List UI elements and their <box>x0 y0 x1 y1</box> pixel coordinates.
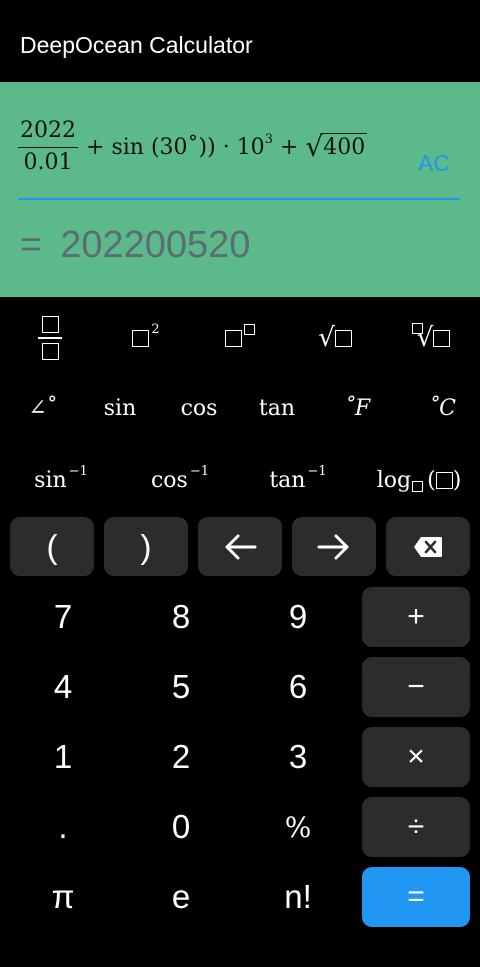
sqrt-radicand: 400 <box>321 133 368 160</box>
celsius-key[interactable]: ˚C <box>404 378 480 438</box>
arccos-label: cos <box>150 467 188 493</box>
log-base-box-icon <box>412 480 424 492</box>
all-clear-button[interactable]: AC <box>418 150 450 177</box>
digit-3-button[interactable]: 3 <box>240 727 356 787</box>
square-superscript: 2 <box>151 321 160 337</box>
system-nav-bar <box>0 955 480 967</box>
arctan-key[interactable]: tan −1 <box>238 448 358 512</box>
plus-button[interactable]: + <box>362 587 470 647</box>
digit-8-button[interactable]: 8 <box>123 587 239 647</box>
placeholder-box-icon <box>225 329 242 347</box>
log-argument-icon: () <box>427 467 462 493</box>
minus-button[interactable]: − <box>362 657 470 717</box>
digit-6-button[interactable]: 6 <box>240 657 356 717</box>
log-base-key[interactable]: log () <box>358 448 480 512</box>
display-divider <box>18 198 460 200</box>
open-paren-button[interactable]: ( <box>10 517 94 576</box>
arcsin-label: sin <box>34 467 67 493</box>
digit-1-button[interactable]: 1 <box>5 727 121 787</box>
power-key[interactable] <box>192 303 288 373</box>
pi-button[interactable]: π <box>5 867 121 927</box>
function-row-2: ∠˚ sin cos tan ˚F ˚C <box>0 378 480 438</box>
exponent-box-icon <box>244 323 255 335</box>
fraction: 2022 0.01 <box>18 118 78 176</box>
arccos-key[interactable]: cos −1 <box>122 448 238 512</box>
cursor-right-button[interactable] <box>292 517 376 576</box>
multiply-button[interactable]: × <box>362 727 470 787</box>
app-title: DeepOcean Calculator <box>20 32 253 58</box>
fraction-template-icon <box>38 316 62 360</box>
power-exponent: 3 <box>264 131 273 147</box>
digit-9-button[interactable]: 9 <box>240 587 356 647</box>
celsius-label: ˚C <box>428 395 456 421</box>
arccos-inverse-sup: −1 <box>189 463 210 479</box>
result-value: 202200520 <box>60 224 251 266</box>
digit-7-button[interactable]: 7 <box>5 587 121 647</box>
sqrt-key[interactable]: √ <box>288 303 382 373</box>
keypad: 7 8 9 + 4 5 6 − 1 2 3 × . 0 % ÷ π e n! = <box>0 587 480 927</box>
cos-key[interactable]: cos <box>154 378 244 438</box>
arctan-inverse-sup: −1 <box>307 463 327 479</box>
digit-5-button[interactable]: 5 <box>123 657 239 717</box>
tan-key[interactable]: tan <box>244 378 310 438</box>
radical-icon: √ <box>318 323 335 353</box>
calculator-display[interactable]: 2022 0.01 + sin (30˚)) · 10 3 + √ 400 AC … <box>0 82 480 297</box>
placeholder-box-icon <box>132 329 150 347</box>
result: = 202200520 <box>20 224 250 267</box>
cos-label: cos <box>180 395 218 421</box>
fahrenheit-key[interactable]: ˚F <box>310 378 404 438</box>
fahrenheit-label: ˚F <box>343 395 371 421</box>
backspace-button[interactable] <box>386 517 470 576</box>
arrow-right-icon <box>317 534 349 559</box>
nth-root-key[interactable]: √ <box>382 303 480 373</box>
sin-function: sin <box>111 134 144 160</box>
fraction-denominator: 0.01 <box>23 149 73 175</box>
multiply-dot: · <box>222 134 230 160</box>
fraction-numerator: 2022 <box>18 118 78 148</box>
digit-0-button[interactable]: 0 <box>123 797 239 857</box>
placeholder-box-icon <box>334 329 352 347</box>
square-key[interactable]: 2 <box>100 303 192 373</box>
plus-sign: + <box>86 134 105 160</box>
euler-e-button[interactable]: e <box>123 867 239 927</box>
angle-degree-key[interactable]: ∠˚ <box>0 378 86 438</box>
function-row-1: 2 √ √ <box>0 303 480 373</box>
angle-degree-label: ∠˚ <box>28 395 58 421</box>
sqrt-expression: √ 400 <box>305 133 368 161</box>
placeholder-box-icon <box>433 329 451 347</box>
arcsin-inverse-sup: −1 <box>68 463 88 479</box>
cursor-left-button[interactable] <box>198 517 282 576</box>
digit-2-button[interactable]: 2 <box>123 727 239 787</box>
backspace-icon <box>414 536 442 557</box>
sin-key[interactable]: sin <box>86 378 154 438</box>
sin-argument: (30˚)) <box>150 134 216 160</box>
arcsin-key[interactable]: sin −1 <box>0 448 122 512</box>
digit-4-button[interactable]: 4 <box>5 657 121 717</box>
tan-label: tan <box>258 395 296 421</box>
arrow-left-icon <box>225 534 257 559</box>
index-box-icon <box>411 322 423 334</box>
expression[interactable]: 2022 0.01 + sin (30˚)) · 10 3 + √ 400 <box>18 112 368 182</box>
divide-button[interactable]: ÷ <box>362 797 470 857</box>
result-equals: = <box>20 224 43 266</box>
function-row-3: sin −1 cos −1 tan −1 log() <box>0 448 480 512</box>
plus-sign-2: + <box>279 134 299 160</box>
close-paren-button[interactable]: ) <box>104 517 188 576</box>
power-base: 10 <box>236 134 265 160</box>
percent-button[interactable]: % <box>240 797 356 857</box>
app-bar: DeepOcean Calculator <box>0 0 480 82</box>
log-label: log <box>376 467 412 493</box>
navigation-row: ( ) <box>0 517 480 577</box>
fraction-key[interactable] <box>0 303 100 373</box>
decimal-point-button[interactable]: . <box>5 797 121 857</box>
factorial-button[interactable]: n! <box>240 867 356 927</box>
arctan-label: tan <box>269 467 306 493</box>
sin-label: sin <box>103 395 137 421</box>
equals-button[interactable]: = <box>362 867 470 927</box>
